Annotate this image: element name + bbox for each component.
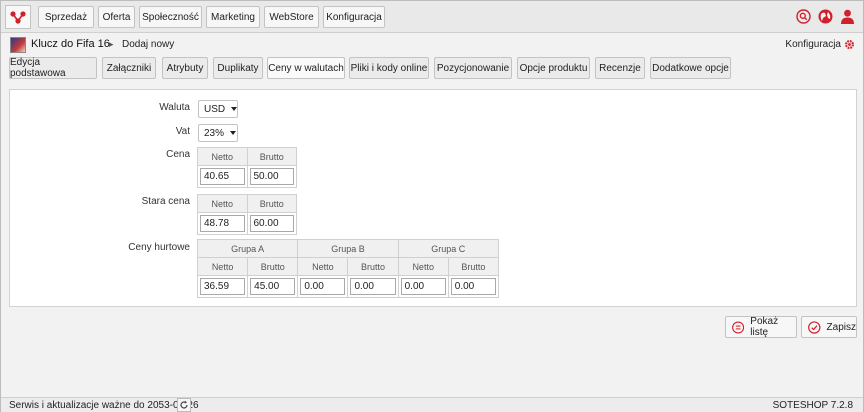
- tab-edycja-podstawowa[interactable]: Edycja podstawowa: [9, 57, 97, 79]
- group-b-brutto-input[interactable]: 0.00: [350, 278, 396, 295]
- group-b-netto-input[interactable]: 0.00: [300, 278, 346, 295]
- list-icon: [732, 320, 745, 334]
- show-list-button[interactable]: Pokaż listę: [725, 316, 797, 338]
- netto-header: Netto: [297, 257, 349, 276]
- ceny-hurtowe-table: Grupa A Grupa B Grupa C Netto Brutto Net…: [196, 239, 500, 298]
- product-title[interactable]: Klucz do Fifa 16: [31, 38, 110, 50]
- save-label: Zapisz: [826, 321, 856, 333]
- ceny-hurtowe-label: Ceny hurtowe: [128, 242, 190, 253]
- version-label: SOTESHOP 7.2.8: [772, 400, 853, 411]
- netto-header: Netto: [196, 257, 249, 276]
- waluta-select[interactable]: USD: [198, 100, 238, 118]
- stara-cena-table: Netto Brutto 48.78 60.00: [197, 194, 297, 235]
- netto-header: Netto: [197, 194, 248, 213]
- cena-label: Cena: [166, 149, 190, 160]
- service-status-text: Serwis i aktualizacje ważne do 2053-08-2…: [9, 400, 199, 411]
- group-c-brutto-input[interactable]: 0.00: [450, 278, 496, 295]
- vat-select[interactable]: 23%: [198, 124, 238, 142]
- chevron-down-icon: [231, 107, 238, 111]
- waluta-label: Waluta: [159, 102, 190, 113]
- group-a-netto-input[interactable]: 36.59: [200, 278, 246, 295]
- show-list-label: Pokaż listę: [750, 316, 779, 338]
- refresh-icon[interactable]: [177, 398, 191, 412]
- nav-oferta[interactable]: Oferta: [98, 6, 135, 28]
- cena-table: Netto Brutto 40.65 50.00: [197, 147, 297, 188]
- logo-icon[interactable]: [5, 5, 31, 29]
- group-b-header: Grupa B: [297, 239, 399, 258]
- tab-opcje-produktu[interactable]: Opcje produktu: [517, 57, 590, 79]
- netto-header: Netto: [397, 257, 449, 276]
- tab-atrybuty[interactable]: Atrybuty: [162, 57, 208, 79]
- product-thumbnail: [10, 37, 26, 53]
- top-navigation: Sprzedaż Oferta Społeczność Marketing We…: [1, 1, 863, 33]
- stara-brutto-input[interactable]: 60.00: [249, 215, 294, 232]
- vat-label: Vat: [175, 126, 190, 137]
- app-window: Sprzedaż Oferta Społeczność Marketing We…: [0, 0, 864, 412]
- vat-value: 23%: [204, 127, 225, 139]
- nav-webstore[interactable]: WebStore: [264, 6, 319, 28]
- tab-recenzje[interactable]: Recenzje: [595, 57, 645, 79]
- tab-zalaczniki[interactable]: Załączniki: [102, 57, 156, 79]
- chevron-down-icon: [230, 131, 237, 135]
- check-icon: [808, 320, 821, 334]
- stara-netto-input[interactable]: 48.78: [200, 215, 245, 232]
- breadcrumb-separator-icon: ▸: [109, 39, 114, 49]
- tab-pliki-i-kody-online[interactable]: Pliki i kody online: [349, 57, 429, 79]
- config-link[interactable]: Konfiguracja: [785, 39, 855, 50]
- cena-brutto-input[interactable]: 50.00: [249, 168, 294, 185]
- config-label: Konfiguracja: [785, 39, 841, 50]
- group-c-header: Grupa C: [397, 239, 500, 258]
- cena-netto-input[interactable]: 40.65: [200, 168, 245, 185]
- tab-pozycjonowanie[interactable]: Pozycjonowanie: [434, 57, 512, 79]
- tab-dodatkowe-opcje[interactable]: Dodatkowe opcje: [650, 57, 731, 79]
- stara-cena-label: Stara cena: [141, 196, 190, 207]
- group-c-netto-input[interactable]: 0.00: [400, 278, 446, 295]
- waluta-value: USD: [204, 103, 226, 115]
- tab-ceny-w-walutach[interactable]: Ceny w walutach: [267, 57, 345, 79]
- save-button[interactable]: Zapisz: [801, 316, 857, 338]
- breadcrumb: Klucz do Fifa 16 ▸ Dodaj nowy Konfigurac…: [1, 34, 863, 56]
- status-bar: Serwis i aktualizacje ważne do 2053-08-2…: [1, 397, 863, 412]
- brutto-header: Brutto: [347, 257, 399, 276]
- prices-form-panel: Waluta USD Vat 23% Cena Netto Brutto 40.…: [9, 89, 857, 307]
- brutto-header: Brutto: [247, 257, 299, 276]
- nav-sprzedaz[interactable]: Sprzedaż: [38, 6, 94, 28]
- brutto-header: Brutto: [246, 194, 297, 213]
- group-a-header: Grupa A: [196, 239, 299, 258]
- search-icon[interactable]: [795, 8, 811, 24]
- brutto-header: Brutto: [447, 257, 500, 276]
- group-a-brutto-input[interactable]: 45.00: [250, 278, 296, 295]
- brutto-header: Brutto: [246, 147, 297, 166]
- tab-duplikaty[interactable]: Duplikaty: [213, 57, 263, 79]
- gear-icon: [844, 39, 855, 50]
- nav-konfiguracja[interactable]: Konfiguracja: [323, 6, 385, 28]
- nav-marketing[interactable]: Marketing: [206, 6, 260, 28]
- globe-icon[interactable]: [817, 8, 833, 24]
- user-icon[interactable]: [839, 8, 855, 24]
- top-icons: [795, 8, 855, 24]
- netto-header: Netto: [197, 147, 248, 166]
- breadcrumb-current: Dodaj nowy: [122, 39, 175, 50]
- nav-spolecznosc[interactable]: Społeczność: [139, 6, 202, 28]
